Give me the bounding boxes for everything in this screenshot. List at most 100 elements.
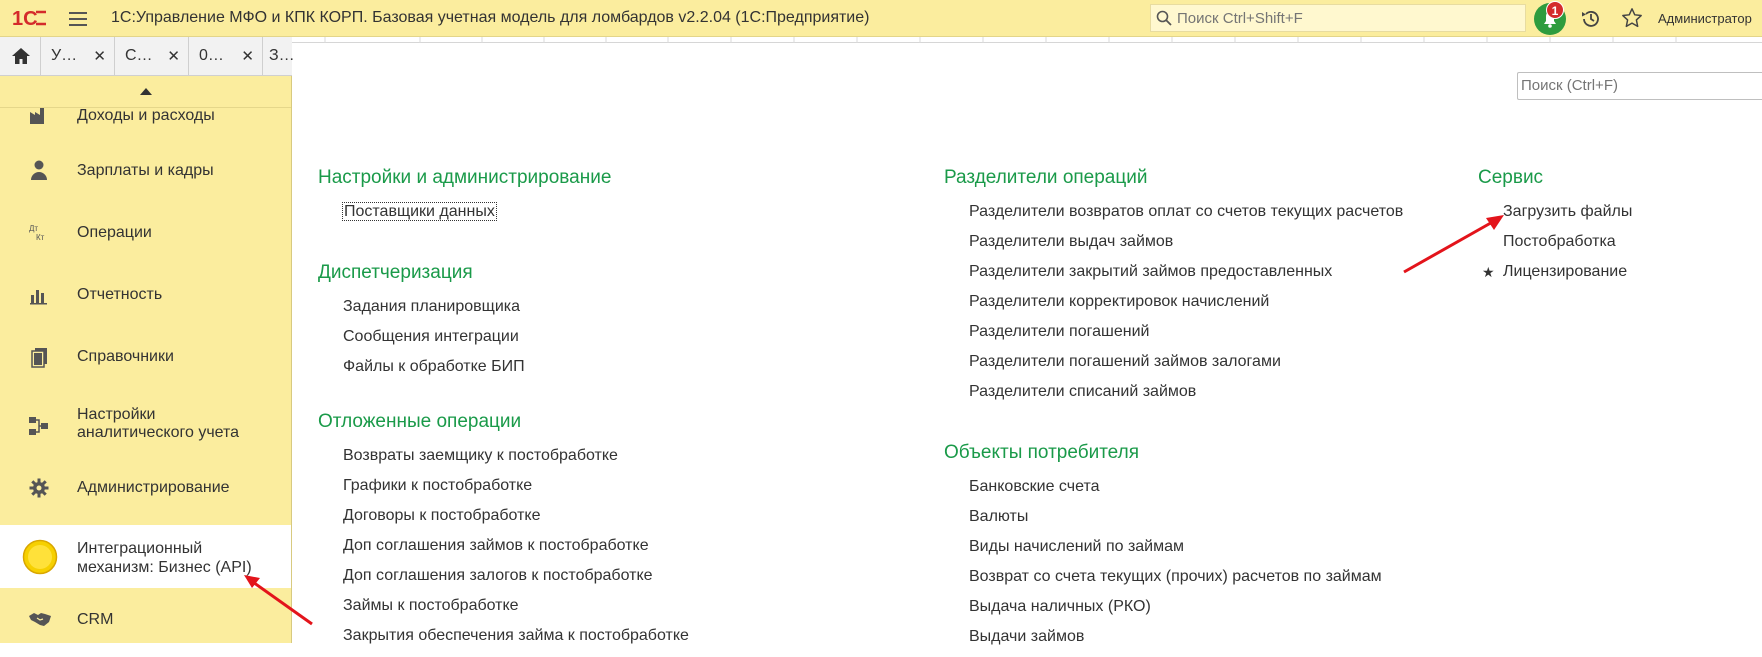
link-postprocessing[interactable]: Постобработка	[1478, 232, 1632, 262]
link-licensing[interactable]: ★ Лицензирование	[1478, 262, 1632, 292]
group-title: Настройки и администрирование	[318, 167, 612, 188]
sidebar-item-label: аналитического учета	[77, 424, 240, 441]
form-search-box[interactable]	[1517, 72, 1762, 100]
link-list: Разделители возвратов оплат со счетов те…	[944, 202, 1403, 412]
sidebar-item-administration[interactable]: Администрирование	[0, 456, 291, 519]
sidebar-item-integration-api[interactable]: Интеграционный механизм: Бизнес (API)	[0, 525, 291, 588]
list-item[interactable]: Виды начислений по займам	[944, 537, 1382, 567]
link-label: Поставщики данных	[342, 202, 497, 221]
window-tab[interactable]: У… ✕	[41, 37, 115, 75]
sidebar-item-label: Интеграционный	[77, 540, 203, 557]
link-list: Банковские счета Валюты Виды начислений …	[944, 477, 1382, 657]
window-tab[interactable]: З…	[263, 37, 295, 75]
sidebar-item-label: Отчетность	[77, 286, 163, 303]
list-item[interactable]: Выдачи займов	[944, 627, 1382, 657]
group-title: Объекты потребителя	[944, 442, 1139, 463]
sidebar-item-reports[interactable]: Отчетность	[0, 263, 291, 326]
title-bar: 1C 1С:Управление МФО и КПК КОРП. Базовая…	[0, 0, 1762, 37]
section-content: Настройки и администрирование Поставщики…	[293, 43, 1762, 645]
sidebar-item-label: CRM	[77, 611, 114, 628]
close-icon[interactable]: ✕	[93, 47, 106, 65]
current-user[interactable]: Администратор	[1658, 11, 1752, 26]
svg-text:1C: 1C	[12, 8, 38, 30]
notification-count-badge: 1	[1546, 1, 1564, 19]
group-title: Сервис	[1478, 167, 1544, 188]
link-bip-files[interactable]: Файлы к обработке БИП	[318, 357, 525, 387]
tab-label: З…	[269, 47, 295, 64]
sidebar-item-label: Операции	[77, 224, 152, 241]
sidebar-item-operations[interactable]: Дт Кт Операции	[0, 201, 291, 264]
list-item[interactable]: Возврат со счета текущих (прочих) расчет…	[944, 567, 1382, 597]
link-scheduler-tasks[interactable]: Задания планировщика	[318, 297, 525, 327]
1c-logo[interactable]: 1C	[12, 6, 62, 30]
sidebar-item-crm[interactable]: CRM	[0, 588, 291, 643]
group-settings-administration: Настройки и администрирование Поставщики…	[318, 166, 611, 232]
svg-text:Кт: Кт	[36, 233, 45, 242]
list-item[interactable]: Договоры к постобработке	[318, 506, 689, 536]
history-icon[interactable]	[1580, 8, 1602, 30]
link-list: Загрузить файлы Постобработка ★ Лицензиро…	[1478, 202, 1632, 292]
books-icon	[31, 348, 47, 368]
close-icon[interactable]: ✕	[241, 47, 254, 65]
bar-chart-icon	[30, 290, 47, 305]
tab-label: У…	[51, 47, 78, 64]
hierarchy-icon	[29, 417, 48, 435]
list-item[interactable]: Банковские счета	[944, 477, 1382, 507]
open-windows-tabs: У… ✕ С… ✕ 0… ✕ З…	[0, 37, 295, 76]
group-title: Разделители операций	[944, 167, 1148, 188]
list-item[interactable]: Разделители закрытий займов предоставлен…	[944, 262, 1403, 292]
close-icon[interactable]: ✕	[167, 47, 180, 65]
tab-label: С…	[125, 47, 153, 64]
link-integration-messages[interactable]: Сообщения интеграции	[318, 327, 525, 357]
window-tab[interactable]: С… ✕	[115, 37, 189, 75]
sidebar-item-payroll[interactable]: Зарплаты и кадры	[0, 139, 291, 202]
link-list: Возвраты заемщику к постобработке График…	[318, 446, 689, 656]
list-item[interactable]: Разделители корректировок начислений	[944, 292, 1403, 322]
sidebar-item-label: Справочники	[77, 348, 174, 365]
list-item[interactable]: Валюты	[944, 507, 1382, 537]
tab-label: 0…	[199, 47, 224, 64]
link-list: Задания планировщика Сообщения интеграци…	[318, 297, 525, 387]
list-item[interactable]: Доп соглашения залогов к постобработке	[318, 566, 689, 596]
list-item[interactable]: Разделители погашений	[944, 322, 1403, 352]
app-title: 1С:Управление МФО и КПК КОРП. Базовая уч…	[111, 9, 870, 26]
favorites-star-icon[interactable]	[1621, 7, 1643, 29]
list-item[interactable]: Графики к постобработке	[318, 476, 689, 506]
group-title: Отложенные операции	[318, 411, 522, 432]
list-item[interactable]: Разделители выдач займов	[944, 232, 1403, 262]
main-menu-button[interactable]	[66, 8, 90, 30]
sidebar-item-analytics-settings[interactable]: Настройки аналитического учета	[0, 387, 291, 457]
person-icon	[31, 160, 47, 180]
dt-kt-icon: Дт Кт	[29, 224, 45, 242]
list-item[interactable]: Займы к постобработке	[318, 596, 689, 626]
group-operation-separators: Разделители операций Разделители возврат…	[944, 166, 1403, 412]
link-label: Лицензирование	[1503, 263, 1628, 280]
group-title: Диспетчеризация	[318, 262, 473, 283]
list-item[interactable]: Выдача наличных (РКО)	[944, 597, 1382, 627]
list-item[interactable]: Разделители возвратов оплат со счетов те…	[944, 202, 1403, 232]
global-search-input[interactable]	[1177, 8, 1517, 28]
list-item[interactable]: Закрытия обеспечения займа к постобработ…	[318, 626, 689, 656]
sections-panel: Доходы и расходы Зарплаты и кадры Дт Кт …	[0, 76, 292, 643]
yellow-circle-icon	[22, 539, 58, 575]
group-dispatching: Диспетчеризация Задания планировщика Соо…	[318, 261, 525, 387]
window-tab[interactable]: 0… ✕	[189, 37, 263, 75]
list-item[interactable]: Разделители списаний займов	[944, 382, 1403, 412]
list-item[interactable]: Доп соглашения займов к постобработке	[318, 536, 689, 566]
search-icon	[1156, 10, 1172, 26]
link-data-providers[interactable]: Поставщики данных	[318, 202, 611, 232]
form-search-input[interactable]	[1518, 73, 1748, 97]
group-service: Сервис Загрузить файлы Постобработка ★ Ли…	[1478, 166, 1632, 292]
global-search-box[interactable]	[1150, 4, 1526, 32]
star-icon: ★	[1482, 264, 1495, 280]
link-upload-files[interactable]: Загрузить файлы	[1478, 202, 1632, 232]
sidebar-item-label: Зарплаты и кадры	[77, 162, 214, 179]
gear-icon	[29, 478, 49, 498]
home-tab[interactable]	[0, 37, 41, 75]
sidebar-item-income-expenses[interactable]: Доходы и расходы	[0, 76, 291, 139]
sidebar-item-directories[interactable]: Справочники	[0, 325, 291, 388]
handshake-icon	[29, 613, 51, 626]
sidebar-item-label: Администрирование	[77, 479, 230, 496]
list-item[interactable]: Возвраты заемщику к постобработке	[318, 446, 689, 476]
list-item[interactable]: Разделители погашений займов залогами	[944, 352, 1403, 382]
